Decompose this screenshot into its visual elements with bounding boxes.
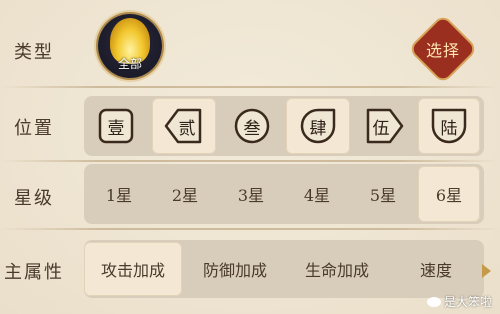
attribute-label: 主属性 [4,262,64,283]
type-emblem-all[interactable]: 全部 [98,14,162,78]
star-label: 星级 [14,188,54,209]
attribute-option-speed[interactable]: 速度 [390,242,482,296]
select-button-label: 选择 [425,40,461,60]
watermark: 是大笨啦 [426,293,492,310]
type-label: 类型 [14,42,54,63]
attribute-option-attack[interactable]: 攻击加成 [84,242,182,296]
star-option-3[interactable]: 3星 [220,168,282,220]
star-option-4[interactable]: 4星 [286,168,348,220]
star-option-1[interactable]: 1星 [88,168,150,220]
attribute-option-hp[interactable]: 生命加成 [288,242,386,296]
position-option-1[interactable]: 壹 [88,101,144,151]
divider [0,160,500,162]
position-option-4[interactable]: 肆 [286,98,350,154]
star-option-6[interactable]: 6星 [418,166,480,222]
position-option-3[interactable]: 叁 [222,101,282,151]
position-label: 位置 [14,118,54,139]
position-option-2[interactable]: 贰 [152,98,216,154]
attribute-track: 攻击加成 防御加成 生命加成 速度 [84,240,484,298]
position-badge-4: 肆 [298,106,338,146]
scroll-right-icon[interactable] [482,264,491,278]
star-option-2[interactable]: 2星 [154,168,216,220]
attribute-option-defense[interactable]: 防御加成 [186,242,284,296]
filter-panel: 类型 全部 选择 位置 壹 贰 叁 肆 伍 陆 星级 1星 2星 3星 4星 5… [0,0,500,314]
select-button[interactable]: 选择 [410,16,476,82]
position-badge-1: 壹 [96,106,136,146]
star-track: 1星 2星 3星 4星 5星 6星 [84,164,484,224]
position-badge-3: 叁 [232,106,272,146]
position-option-6[interactable]: 陆 [418,98,480,154]
position-badge-2: 贰 [164,106,204,146]
position-badge-6: 陆 [429,106,469,146]
emblem-tag: 全部 [117,57,142,71]
weibo-icon [426,296,441,307]
divider [0,228,500,230]
star-option-5[interactable]: 5星 [352,168,414,220]
position-track: 壹 贰 叁 肆 伍 陆 [84,96,484,156]
position-option-5[interactable]: 伍 [354,101,414,151]
divider [0,86,500,88]
position-badge-5: 伍 [364,106,404,146]
